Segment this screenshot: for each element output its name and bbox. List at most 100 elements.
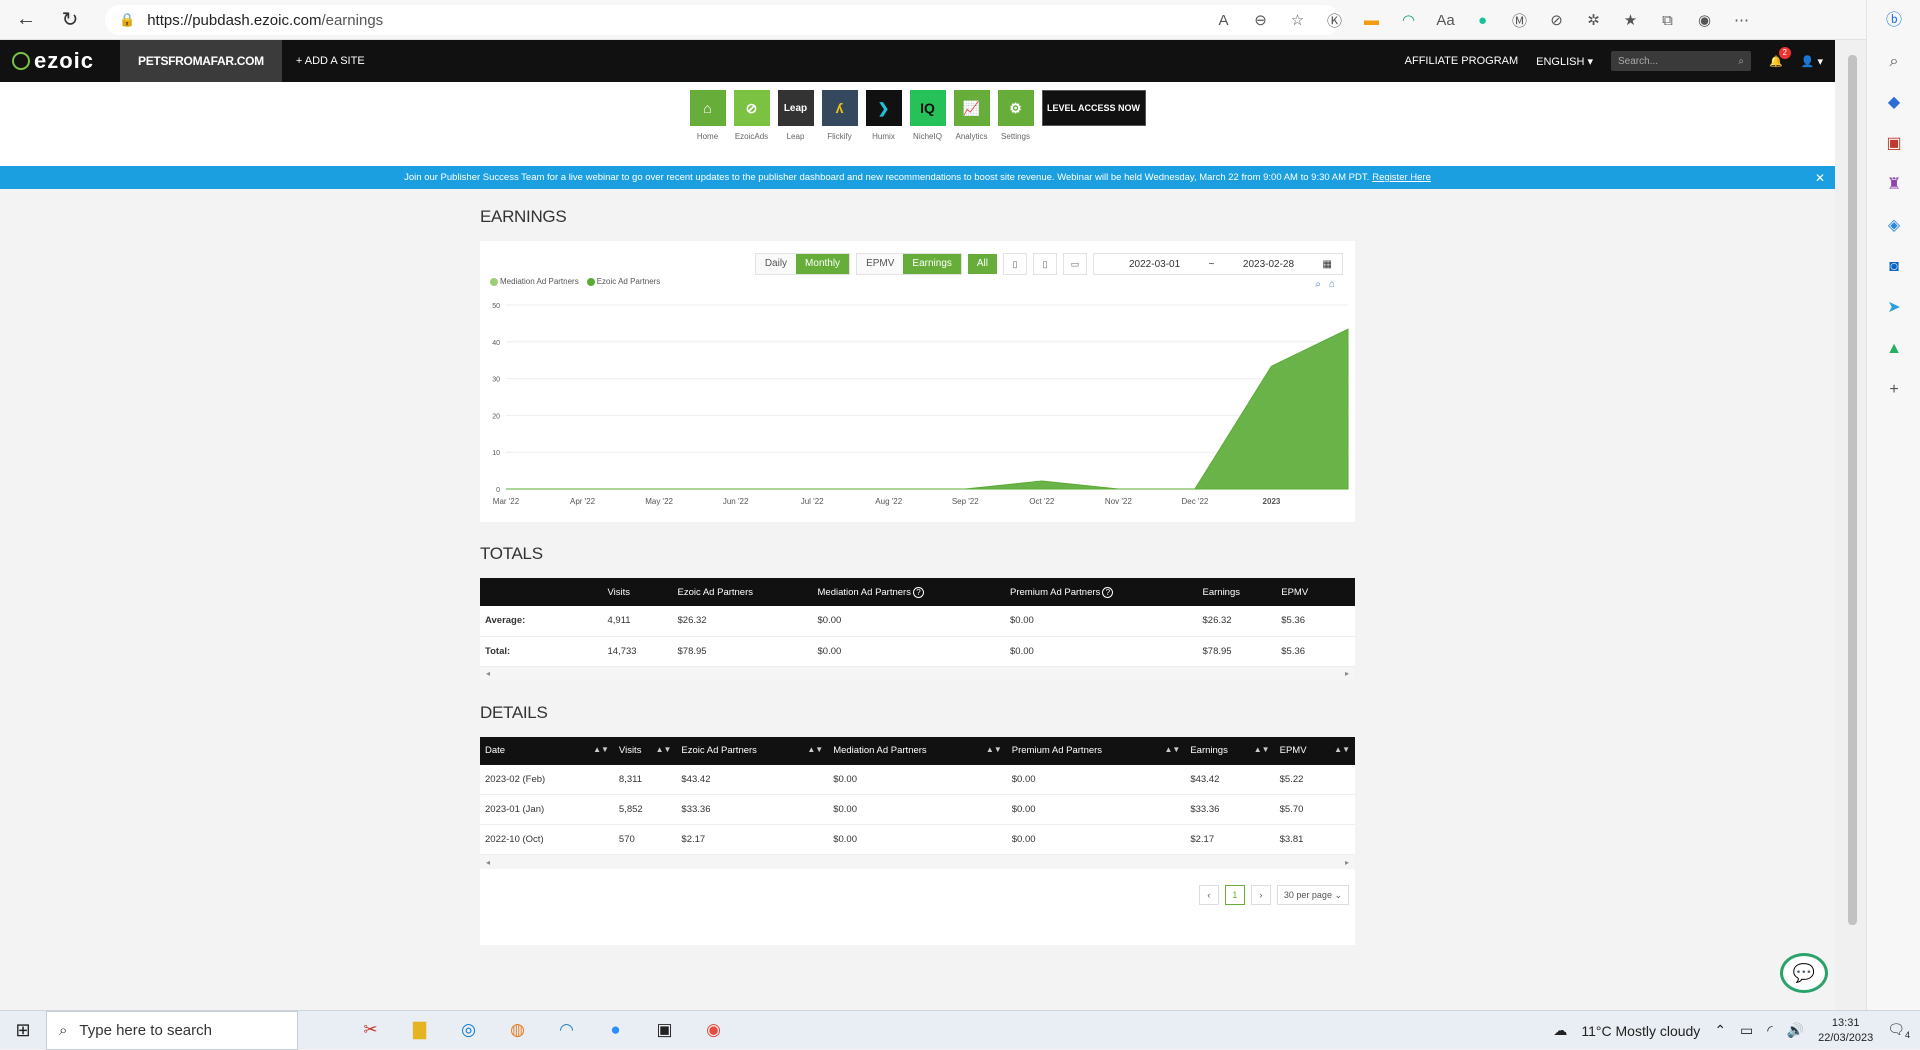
weather-icon[interactable]: ☁ (1553, 1022, 1567, 1039)
help-icon[interactable]: ? (1102, 586, 1114, 598)
notification-center-icon[interactable]: 🗨4 (1887, 1021, 1910, 1040)
app-settings[interactable]: ⚙ Settings (997, 90, 1034, 141)
column-header[interactable]: Earnings ▲▼ (1185, 736, 1275, 765)
search-sidebar-icon[interactable]: ⌕ (1867, 41, 1920, 82)
grammarly-icon[interactable]: ● (1464, 6, 1501, 34)
level-access-banner[interactable]: LEVEL ACCESS NOW (1041, 90, 1146, 126)
totals-hscroll[interactable]: ◂ ▸ (480, 666, 1355, 681)
sort-icon[interactable]: ▲▼ (1164, 745, 1180, 754)
extension-circle-icon[interactable]: ⊘ (1538, 6, 1575, 34)
refresh-icon[interactable]: ↻ (52, 2, 88, 38)
table-cell: $0.00 (1005, 606, 1198, 637)
app-leap[interactable]: Leap Leap (777, 90, 814, 141)
sort-icon[interactable]: ▲▼ (656, 745, 672, 754)
windows-start-icon[interactable]: ⊞ (0, 1011, 46, 1050)
more-icon[interactable]: ⋯ (1723, 6, 1760, 34)
snipping-tool-icon[interactable]: ✂ (346, 1011, 395, 1050)
add-sidebar-icon[interactable]: + (1867, 369, 1920, 410)
close-icon[interactable]: ✕ (1815, 171, 1825, 185)
column-header[interactable]: EPMV ▲▼ (1274, 736, 1355, 765)
user-menu-icon[interactable]: 👤 ▾ (1801, 55, 1823, 68)
back-icon[interactable]: ← (8, 2, 44, 38)
outlook-icon[interactable]: ◙ (1867, 246, 1920, 287)
weather-text[interactable]: 11°C Mostly cloudy (1581, 1023, 1700, 1039)
tree-icon[interactable]: ▲ (1867, 328, 1920, 369)
help-icon[interactable]: ? (912, 586, 924, 598)
tools-icon[interactable]: ▣ (1867, 123, 1920, 164)
ezoic-logo[interactable]: ezoic (0, 48, 120, 74)
battery-icon[interactable]: ▭ (1740, 1022, 1753, 1039)
favorite-add-icon[interactable]: ☆ (1279, 6, 1316, 34)
games-icon[interactable]: ♜ (1867, 164, 1920, 205)
app-dark-icon[interactable]: ▣ (640, 1011, 689, 1050)
file-explorer-icon[interactable]: ▇ (395, 1011, 444, 1050)
collections-icon[interactable]: ⧉ (1649, 6, 1686, 34)
search-input[interactable]: Search... ⌕ (1611, 51, 1752, 71)
details-hscroll[interactable]: ◂ ▸ (480, 855, 1355, 869)
app-flickify[interactable]: ʎ Flickify (821, 90, 858, 141)
shopping-icon[interactable]: ◆ (1867, 82, 1920, 123)
read-aloud-icon[interactable]: A (1205, 6, 1242, 34)
language-select[interactable]: ENGLISH ▾ (1536, 55, 1593, 68)
app-orange-icon[interactable]: ◍ (493, 1011, 542, 1050)
app-nicheiq[interactable]: IQ NicheIQ (909, 90, 946, 141)
prev-page-button[interactable]: ‹ (1198, 885, 1219, 905)
details-table: Date ▲▼ Visits ▲▼ Ezoic Ad Partners ▲▼ Mediati… (480, 736, 1355, 855)
column-header[interactable]: Mediation Ad Partners ▲▼ (828, 736, 1007, 765)
bell-icon[interactable]: 🔔 2 (1769, 46, 1791, 68)
page-number-button[interactable]: 1 (1224, 885, 1245, 905)
totals-header-row: Visits Ezoic Ad Partners Mediation Ad Part… (480, 578, 1355, 606)
leap-icon: Leap (777, 90, 814, 126)
volume-icon[interactable]: 🔊 (1787, 1022, 1804, 1039)
extension-orange-icon[interactable]: ▬ (1353, 6, 1390, 34)
per-page-select[interactable]: 30 per page ⌄ (1276, 885, 1349, 905)
chrome-icon[interactable]: ◉ (689, 1011, 738, 1050)
column-header[interactable]: Visits ▲▼ (613, 736, 677, 765)
zoom-app-icon[interactable]: ● (591, 1011, 640, 1050)
sort-icon[interactable]: ▲▼ (1334, 745, 1350, 754)
font-icon[interactable]: Aa (1427, 6, 1464, 34)
column-header[interactable]: Date ▲▼ (480, 736, 614, 765)
edge-icon[interactable]: ◎ (444, 1011, 493, 1050)
app-home[interactable]: ⌂ Home (689, 90, 726, 141)
column-header[interactable]: Ezoic Ad Partners ▲▼ (676, 736, 829, 765)
scroll-left-icon[interactable]: ◂ (486, 669, 490, 678)
chat-icon[interactable]: 💬 (1780, 953, 1828, 993)
register-link[interactable]: Register Here (1372, 172, 1431, 183)
taskbar-search-input[interactable]: ⌕ Type here to search (46, 1010, 298, 1050)
scroll-left-icon[interactable]: ◂ (486, 858, 490, 867)
affiliate-link[interactable]: AFFILIATE PROGRAM (1405, 55, 1518, 67)
sort-icon[interactable]: ▲▼ (1254, 745, 1270, 754)
extensions-icon[interactable]: ✲ (1575, 6, 1612, 34)
clock[interactable]: 13:31 22/03/2023 (1818, 1016, 1873, 1046)
y-tick-label: 50 (492, 303, 500, 310)
app-analytics[interactable]: 📈 Analytics (953, 90, 990, 141)
app-humix[interactable]: ❯ Humix (865, 90, 902, 141)
site-selector[interactable]: PETSFROMAFAR.COM (120, 40, 282, 82)
office-icon[interactable]: ◈ (1867, 205, 1920, 246)
extension-teal-icon[interactable]: ◠ (1390, 6, 1427, 34)
sort-icon[interactable]: ▲▼ (593, 745, 609, 754)
profile-icon[interactable]: ◉ (1686, 6, 1723, 34)
sort-icon[interactable]: ▲▼ (986, 745, 1002, 754)
scroll-right-icon[interactable]: ▸ (1345, 858, 1349, 867)
column-header[interactable]: Premium Ad Partners ▲▼ (1006, 736, 1186, 765)
scrollbar-thumb[interactable] (1848, 55, 1857, 925)
tray-chevron-icon[interactable]: ⌃ (1714, 1022, 1726, 1039)
favorites-icon[interactable]: ★ (1612, 6, 1649, 34)
wifi-icon[interactable]: ◜ (1767, 1022, 1772, 1039)
extension-m-icon[interactable]: Ⓜ (1501, 6, 1538, 34)
zoom-out-icon[interactable]: ⊖ (1242, 6, 1279, 34)
scroll-right-icon[interactable]: ▸ (1345, 669, 1349, 678)
column-header-label: Earnings (1202, 586, 1241, 598)
extension-k-icon[interactable]: Ⓚ (1316, 6, 1353, 34)
app-ezoicads[interactable]: ⊘ EzoicAds (733, 90, 770, 141)
app-blue-arc-icon[interactable]: ◠ (542, 1011, 591, 1050)
add-site-link[interactable]: + ADD A SITE (282, 55, 365, 67)
sort-icon[interactable]: ▲▼ (807, 745, 823, 754)
column-header-label: Date (485, 745, 506, 756)
telegram-icon[interactable]: ➤ (1867, 287, 1920, 328)
next-page-button[interactable]: › (1250, 885, 1271, 905)
bing-icon[interactable]: ⓑ (1867, 0, 1920, 41)
address-bar[interactable]: 🔒 https://pubdash.ezoic.com/earnings (105, 5, 1340, 35)
